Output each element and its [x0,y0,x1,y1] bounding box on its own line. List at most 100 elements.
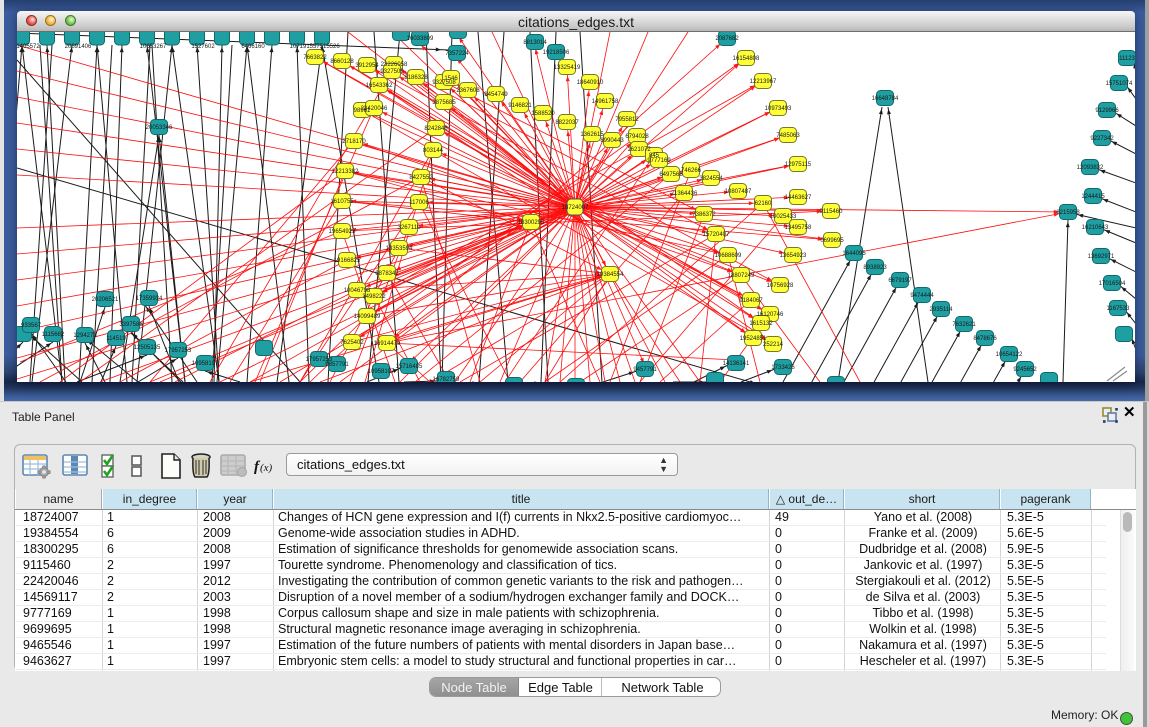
svg-text:16210643: 16210643 [1082,225,1109,231]
svg-text:114519: 114519 [106,336,126,342]
svg-text:21364436: 21364436 [671,191,698,197]
svg-text:6466160: 6466160 [241,44,265,50]
svg-text:16648784: 16648784 [872,96,899,102]
svg-text:7663822: 7663822 [303,55,327,61]
svg-text:23226058: 23226058 [381,62,408,68]
svg-text:2367608: 2367608 [456,88,480,94]
svg-text:19384554: 19384554 [597,272,624,278]
svg-text:0699695: 0699695 [820,238,844,244]
svg-text:1546: 1546 [444,76,458,82]
svg-text:10958107: 10958107 [368,369,395,375]
svg-text:18640910: 18640910 [577,80,604,86]
svg-text:8938923: 8938923 [863,265,887,271]
svg-text:16154808: 16154808 [733,56,760,62]
svg-text:19166825: 19166825 [334,258,361,264]
svg-text:7632621: 7632621 [952,322,976,328]
svg-text:15751074: 15751074 [1106,81,1133,87]
svg-text:13654923: 13654923 [780,253,807,259]
svg-text:803144: 803144 [423,148,444,154]
svg-text:19654923: 19654923 [329,229,356,235]
svg-text:1167533: 1167533 [1107,306,1131,312]
svg-text:9474444: 9474444 [910,293,934,299]
svg-text:1615132: 1615132 [749,321,773,327]
svg-text:9184067: 9184067 [739,298,763,304]
svg-text:7955812: 7955812 [615,117,639,123]
svg-text:7625402: 7625402 [340,340,364,346]
svg-text:7515526: 7515526 [316,44,340,50]
svg-text:1405572: 1405572 [17,44,40,50]
svg-text:10688609: 10688609 [715,253,742,259]
svg-text:8822037: 8822037 [555,120,579,126]
svg-text:9245652: 9245652 [1013,367,1037,373]
svg-text:8242848: 8242848 [424,126,448,132]
svg-text:10973493: 10973493 [765,106,792,112]
svg-text:8660128: 8660128 [330,59,354,65]
svg-text:12975115: 12975115 [785,162,812,168]
svg-text:62160: 62160 [755,201,772,207]
svg-text:9227342: 9227342 [1090,136,1114,142]
svg-text:8813014: 8813014 [523,40,547,46]
svg-text:3912954: 3912954 [355,63,379,69]
svg-text:8427552: 8427552 [409,175,433,181]
svg-text:13692971: 13692971 [1088,254,1115,260]
svg-text:6794028: 6794028 [625,134,649,140]
svg-text:1527602: 1527602 [191,44,215,50]
svg-text:12505135: 12505135 [134,345,161,351]
svg-text:20053346: 20053346 [146,125,173,131]
svg-text:14136141: 14136141 [723,361,750,367]
svg-text:13353594: 13353594 [386,246,413,252]
svg-text:14961758: 14961758 [592,99,619,105]
svg-text:16033809: 16033809 [407,36,434,42]
svg-text:15716485: 15716485 [396,364,423,370]
svg-text:746266: 746266 [681,168,702,174]
svg-text:9115460: 9115460 [820,209,844,215]
svg-text:2718170: 2718170 [342,139,366,145]
svg-text:1733426: 1733426 [771,365,795,371]
svg-text:17016504: 17016504 [1099,281,1126,287]
svg-text:9129966: 9129966 [1095,108,1119,114]
svg-text:10025433: 10025433 [770,214,797,220]
svg-text:8478676: 8478676 [973,336,997,342]
svg-text:1588520: 1588520 [531,111,555,117]
svg-text:17359934: 17359934 [136,296,163,302]
svg-text:23420046: 23420046 [361,106,388,112]
svg-text:8878342: 8878342 [375,271,399,277]
svg-text:3267110: 3267110 [398,225,422,231]
svg-text:10653267: 10653267 [140,44,167,50]
svg-text:11123: 11123 [1119,56,1135,62]
svg-text:6679197: 6679197 [888,278,912,284]
svg-text:9777169: 9777169 [647,158,671,164]
svg-text:13495758: 13495758 [785,225,812,231]
svg-text:1115682: 1115682 [42,332,65,338]
svg-text:8186328: 8186328 [404,75,428,81]
svg-text:2087682: 2087682 [715,36,739,42]
svg-text:20691406: 20691406 [65,44,92,50]
svg-text:1644095: 1644095 [842,251,866,257]
svg-text:12213967: 12213967 [750,79,777,85]
svg-text:252214: 252214 [763,342,784,348]
svg-text:10958107: 10958107 [192,361,219,367]
svg-text:9857791: 9857791 [325,362,349,368]
svg-text:3498222: 3498222 [362,294,386,300]
svg-text:7386372: 7386372 [692,212,716,218]
svg-text:1294273: 1294273 [73,333,97,339]
svg-text:18300295: 18300295 [518,220,545,226]
svg-text:14099489: 14099489 [354,314,381,320]
svg-text:10807487: 10807487 [725,189,752,195]
svg-text:19218506: 19218506 [543,50,570,56]
svg-text:3824554: 3824554 [699,176,723,182]
svg-text:16543362: 16543362 [366,83,393,89]
svg-text:18724007: 18724007 [562,205,589,211]
svg-text:16914479: 16914479 [374,341,401,347]
svg-text:1621072: 1621072 [627,147,651,153]
svg-text:117006: 117006 [409,200,429,206]
svg-text:1610755: 1610755 [330,199,354,205]
svg-text:2935114: 2935114 [930,307,954,313]
svg-text:1244415: 1244415 [1081,194,1105,200]
svg-text:10756928: 10756928 [767,283,794,289]
svg-text:13325419: 13325419 [554,65,581,71]
svg-text:933567: 933567 [21,323,42,329]
svg-text:12213382: 12213382 [332,169,359,175]
svg-text:3397586: 3397586 [119,322,143,328]
svg-text:16120746: 16120746 [757,312,784,318]
